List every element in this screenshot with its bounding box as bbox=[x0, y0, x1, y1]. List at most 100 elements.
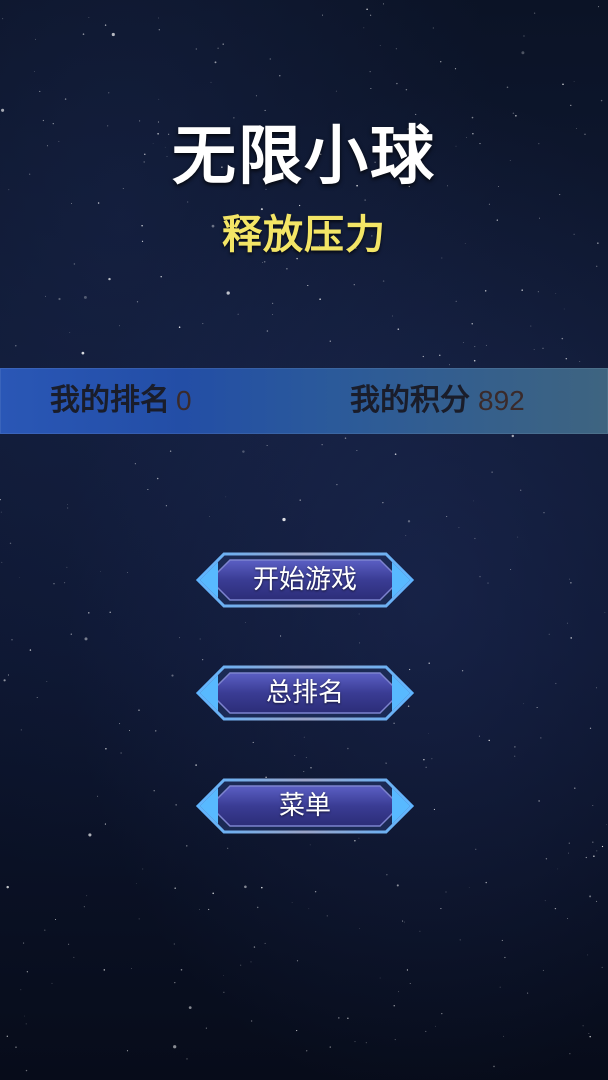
star bbox=[142, 868, 144, 870]
start-game-button[interactable]: 开始游戏 bbox=[196, 552, 414, 608]
star bbox=[104, 823, 106, 825]
star bbox=[138, 918, 140, 920]
star bbox=[422, 355, 424, 358]
menu-button[interactable]: 菜单 bbox=[196, 778, 414, 834]
menu-label: 菜单 bbox=[278, 791, 331, 821]
star bbox=[83, 295, 87, 299]
star bbox=[396, 884, 399, 887]
star bbox=[562, 83, 564, 86]
star bbox=[69, 332, 71, 334]
star bbox=[379, 45, 381, 46]
star bbox=[24, 1015, 26, 1017]
star bbox=[88, 17, 90, 19]
star bbox=[138, 709, 140, 711]
star bbox=[286, 268, 288, 270]
star bbox=[46, 681, 48, 682]
star bbox=[468, 887, 470, 888]
star bbox=[174, 887, 176, 889]
star bbox=[264, 942, 266, 944]
star bbox=[504, 956, 506, 959]
star bbox=[303, 736, 305, 738]
star bbox=[533, 12, 536, 14]
star bbox=[134, 463, 136, 465]
star bbox=[369, 71, 371, 73]
star bbox=[358, 837, 360, 839]
star bbox=[175, 804, 177, 806]
star bbox=[555, 682, 557, 685]
star bbox=[199, 908, 201, 910]
star bbox=[35, 38, 36, 40]
star bbox=[407, 520, 411, 523]
star bbox=[394, 453, 397, 456]
star bbox=[487, 582, 489, 584]
star bbox=[527, 992, 529, 994]
star bbox=[111, 32, 115, 37]
star bbox=[34, 70, 35, 72]
star bbox=[73, 263, 76, 265]
star bbox=[68, 943, 70, 945]
star bbox=[15, 1046, 17, 1048]
star bbox=[521, 51, 525, 55]
star bbox=[455, 300, 457, 302]
leaderboard-button[interactable]: 总排名 bbox=[196, 665, 414, 721]
star bbox=[39, 90, 41, 92]
star bbox=[517, 536, 519, 538]
star bbox=[478, 735, 480, 737]
star bbox=[174, 981, 176, 984]
star bbox=[86, 895, 88, 897]
star bbox=[244, 621, 246, 623]
star bbox=[589, 727, 592, 729]
star bbox=[419, 930, 421, 932]
star bbox=[3, 679, 6, 682]
star bbox=[158, 98, 160, 100]
star bbox=[299, 499, 301, 501]
star bbox=[222, 43, 224, 45]
star bbox=[58, 297, 61, 301]
star bbox=[6, 885, 9, 889]
star bbox=[294, 755, 296, 756]
star bbox=[209, 516, 211, 517]
star bbox=[199, 638, 201, 640]
star bbox=[64, 98, 67, 100]
star bbox=[269, 58, 271, 60]
star bbox=[569, 1053, 571, 1055]
star bbox=[180, 969, 183, 971]
star bbox=[565, 357, 568, 360]
star bbox=[462, 342, 464, 344]
star bbox=[88, 612, 90, 614]
star bbox=[280, 635, 282, 637]
star bbox=[344, 437, 347, 439]
star bbox=[336, 483, 338, 486]
star bbox=[409, 983, 411, 984]
star bbox=[439, 354, 441, 356]
star bbox=[428, 733, 429, 734]
star bbox=[237, 313, 239, 315]
star bbox=[309, 844, 311, 846]
star bbox=[67, 504, 68, 505]
star bbox=[160, 275, 162, 278]
star bbox=[555, 293, 557, 295]
star bbox=[473, 500, 475, 502]
star bbox=[354, 840, 356, 842]
star bbox=[604, 612, 606, 613]
star bbox=[108, 92, 110, 94]
star bbox=[88, 833, 92, 837]
star bbox=[485, 344, 487, 346]
star bbox=[263, 260, 266, 263]
star bbox=[55, 919, 57, 921]
star bbox=[223, 991, 225, 993]
star bbox=[105, 748, 107, 750]
star bbox=[392, 315, 394, 317]
star bbox=[379, 977, 381, 979]
star bbox=[329, 340, 331, 342]
star bbox=[544, 900, 546, 902]
star bbox=[596, 850, 598, 852]
star bbox=[574, 787, 576, 789]
star bbox=[592, 805, 594, 806]
star bbox=[205, 1027, 207, 1029]
game-title: 无限小球 bbox=[172, 120, 436, 194]
star bbox=[543, 512, 545, 514]
star bbox=[97, 795, 99, 797]
star bbox=[250, 1020, 253, 1022]
star bbox=[347, 1017, 349, 1019]
